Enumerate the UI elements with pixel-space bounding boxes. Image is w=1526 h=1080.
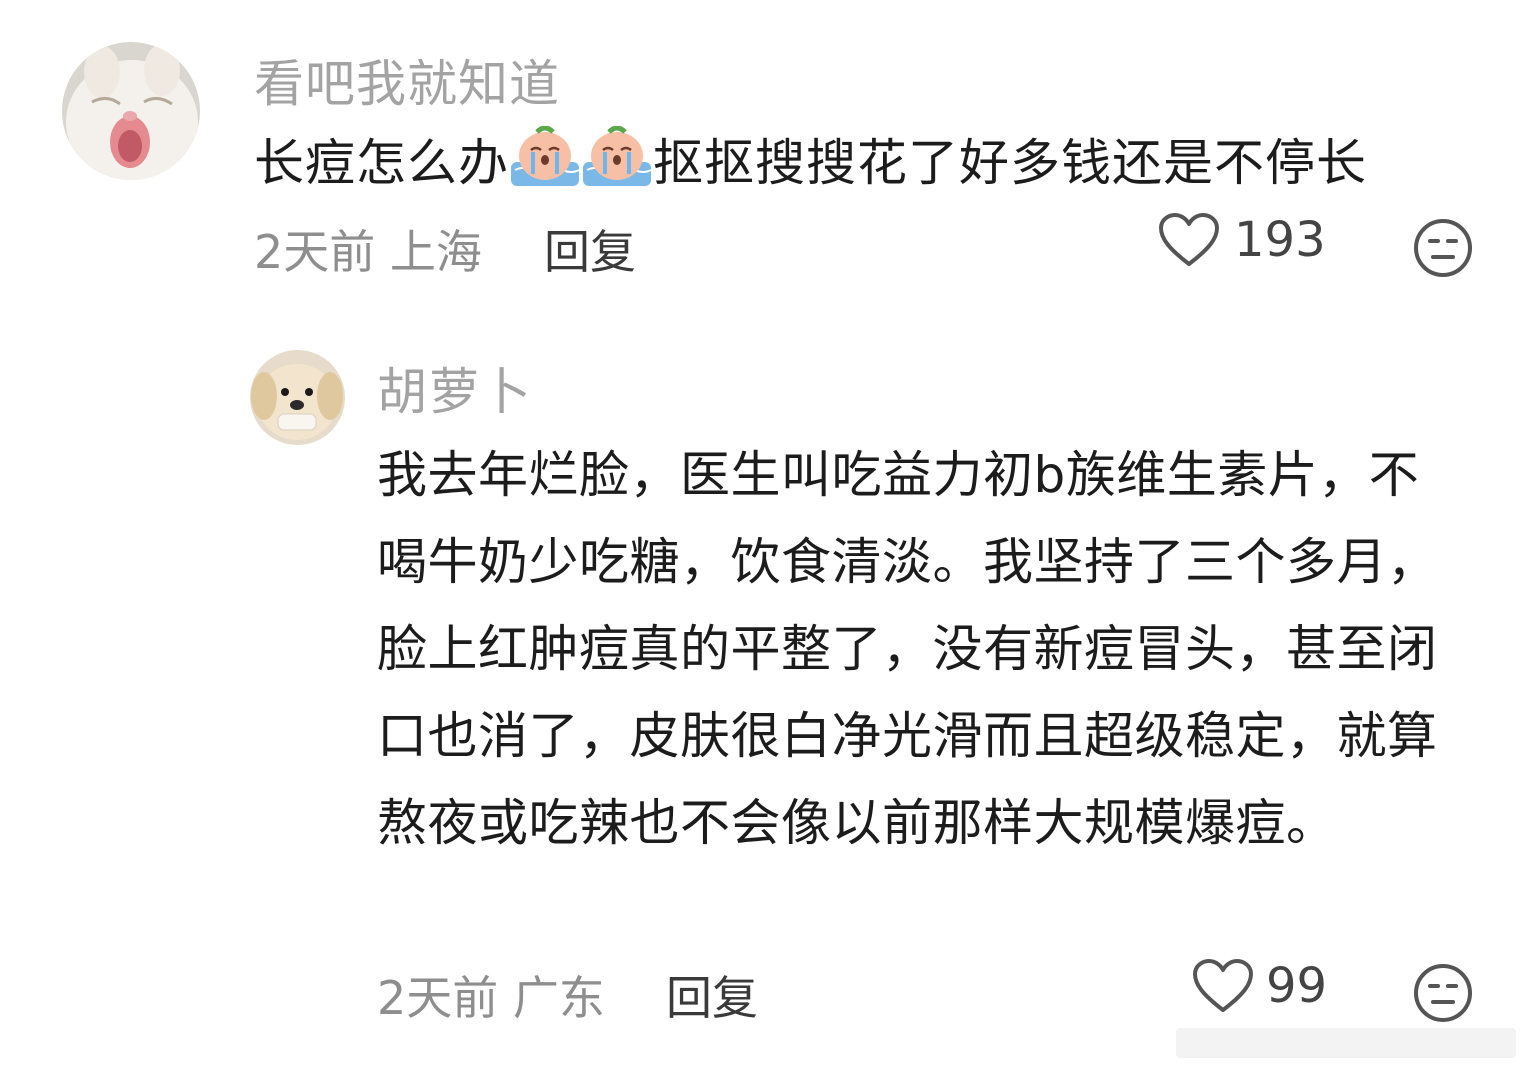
- username[interactable]: 看吧我就知道: [254, 44, 560, 116]
- heart-icon: [1193, 959, 1253, 1012]
- heart-icon: [1159, 213, 1219, 266]
- meh-face-icon: [1414, 219, 1472, 277]
- comment-text: 我去年烂脸，医生叫吃益力初b族维生素片，不喝牛奶少吃糖，饮食清淡。我坚持了三个多…: [377, 446, 1438, 852]
- crying-face-emoji-icon: [581, 125, 653, 188]
- reply-button[interactable]: 回复: [544, 216, 636, 282]
- watermark: [1176, 1018, 1516, 1068]
- like-count: 99: [1266, 958, 1328, 1014]
- crying-face-emoji-icon: [509, 125, 581, 188]
- avatar[interactable]: [62, 42, 200, 180]
- comment-text: 长痘怎么办 抠抠搜搜花了好多钱还是不停长: [254, 123, 1367, 195]
- like-button[interactable]: 99: [1192, 958, 1327, 1014]
- like-button[interactable]: 193: [1158, 212, 1326, 268]
- comment-meta: 2天前 上海: [254, 225, 482, 279]
- cat-avatar-icon: [62, 42, 200, 180]
- comment-text-part: 长痘怎么办: [254, 134, 509, 192]
- comment-meta: 2天前 广东: [377, 971, 605, 1025]
- like-count: 193: [1234, 212, 1326, 268]
- comment-text-part: 抠抠搜搜花了好多钱还是不停长: [653, 134, 1367, 192]
- puppy-avatar-icon: [250, 350, 345, 445]
- username[interactable]: 胡萝卜: [377, 352, 533, 424]
- meh-face-icon: [1414, 964, 1472, 1022]
- reply-button[interactable]: 回复: [666, 962, 758, 1028]
- watermark-icon: [1176, 1028, 1516, 1058]
- dislike-button[interactable]: [1412, 217, 1474, 283]
- avatar[interactable]: [250, 350, 345, 445]
